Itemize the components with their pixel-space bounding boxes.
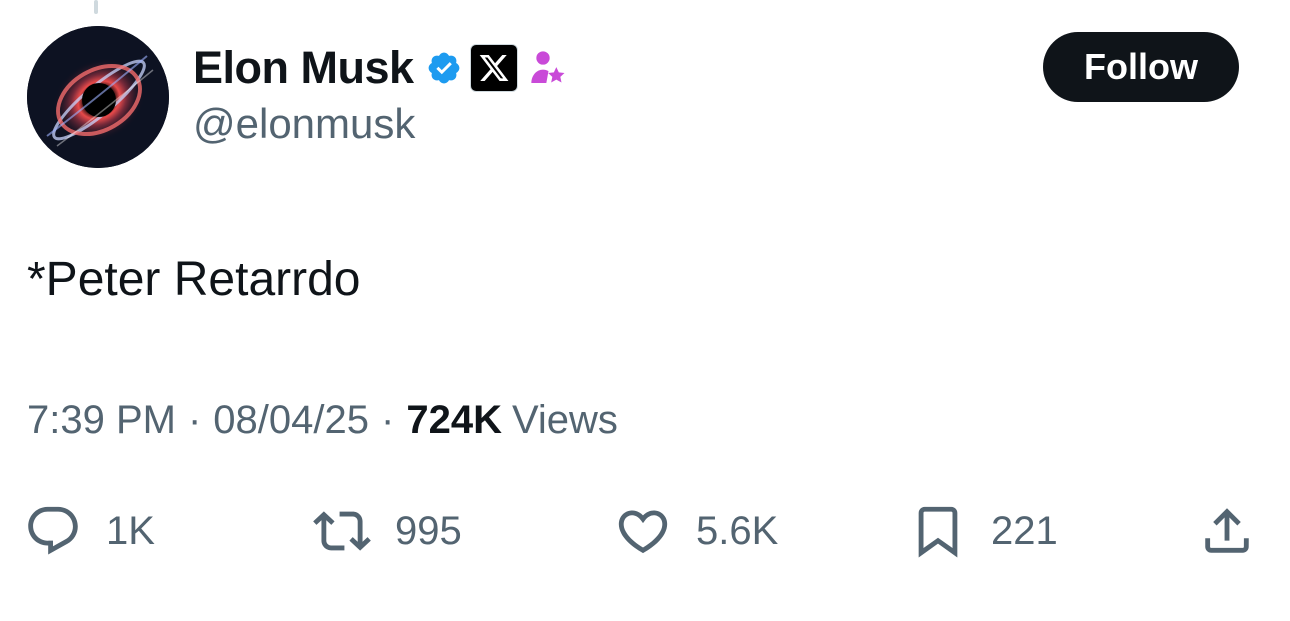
share-icon — [1205, 508, 1249, 553]
like-button[interactable]: 5.6K — [614, 496, 778, 566]
reply-icon — [28, 506, 78, 555]
retweet-icon — [313, 511, 371, 551]
x-logo-glyph — [479, 55, 508, 81]
x-logo-icon[interactable] — [469, 44, 518, 92]
bookmark-count: 221 — [991, 508, 1058, 553]
person-star-icon[interactable] — [528, 48, 568, 88]
bookmark-icon — [918, 506, 958, 558]
tweet-card: Elon Musk @elonmusk Follow *Peter Retarr… — [0, 0, 1290, 621]
author-handle[interactable]: @elonmusk — [193, 100, 415, 148]
tweet-meta: 7:39 PM · 08/04/25 · 724K Views — [27, 398, 618, 443]
share-button[interactable] — [1198, 496, 1256, 566]
like-count: 5.6K — [696, 508, 779, 553]
reply-button[interactable]: 1K — [24, 496, 155, 566]
meta-separator: · — [187, 398, 202, 442]
tweet-time[interactable]: 7:39 PM — [27, 398, 176, 443]
thread-connector-line — [94, 0, 98, 14]
tweet-date[interactable]: 08/04/25 — [213, 398, 369, 443]
avatar[interactable] — [27, 26, 169, 168]
tweet-action-bar: 1K 995 5.6K 221 — [0, 496, 1290, 566]
follow-button[interactable]: Follow — [1043, 32, 1239, 102]
meta-separator: · — [381, 398, 395, 442]
author-name-row: Elon Musk — [193, 40, 568, 96]
tweet-text: *Peter Retarrdo — [27, 253, 361, 306]
bookmark-button[interactable]: 221 — [909, 496, 1058, 566]
author-display-name[interactable]: Elon Musk — [193, 42, 414, 94]
retweet-button[interactable]: 995 — [313, 496, 462, 566]
heart-icon — [618, 510, 668, 554]
black-hole-avatar-icon — [27, 26, 169, 168]
verified-badge-icon[interactable] — [426, 50, 462, 86]
views-count[interactable]: 724K — [406, 398, 502, 443]
reply-count: 1K — [106, 508, 155, 553]
retweet-count: 995 — [395, 508, 462, 553]
views-label[interactable]: Views — [512, 398, 618, 443]
